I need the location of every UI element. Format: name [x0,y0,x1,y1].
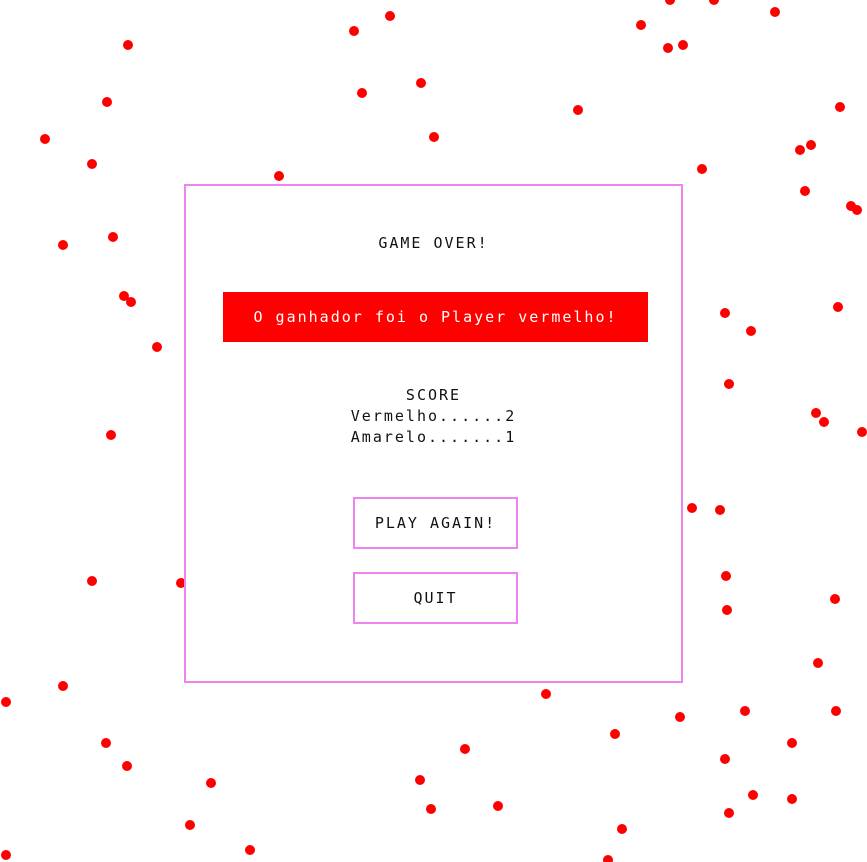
winner-banner: O ganhador foi o Player vermelho! [223,292,648,342]
particle-dot [770,7,780,17]
particle-dot [426,804,436,814]
particle-dot [429,132,439,142]
particle-dot [835,102,845,112]
particle-dot [721,571,731,581]
particle-dot [852,205,862,215]
particle-dot [1,850,11,860]
particle-dot [274,171,284,181]
game-over-title: GAME OVER! [378,234,489,252]
score-panel: SCORE Vermelho......2 Amarelo.......1 [186,385,681,448]
particle-dot [416,78,426,88]
particle-dot [833,302,843,312]
particle-dot [831,706,841,716]
particle-dot [806,140,816,150]
particle-dot [87,159,97,169]
particle-dot [746,326,756,336]
particle-dot [709,0,719,5]
particle-dot [857,427,867,437]
particle-dot [697,164,707,174]
game-canvas: GAME OVER! O ganhador foi o Player verme… [0,0,867,862]
particle-dot [122,761,132,771]
quit-button[interactable]: QUIT [353,572,518,624]
particle-dot [687,503,697,513]
particle-dot [87,576,97,586]
particle-dot [101,738,111,748]
particle-dot [152,342,162,352]
particle-dot [720,754,730,764]
particle-dot [1,697,11,707]
particle-dot [811,408,821,418]
particle-dot [800,186,810,196]
particle-dot [108,232,118,242]
particle-dot [715,505,725,515]
particle-dot [663,43,673,53]
particle-dot [185,820,195,830]
particle-dot [385,11,395,21]
particle-dot [813,658,823,668]
particle-dot [58,681,68,691]
particle-dot [720,308,730,318]
particle-dot [245,845,255,855]
particle-dot [724,379,734,389]
particle-dot [636,20,646,30]
particle-dot [665,0,675,5]
particle-dot [415,775,425,785]
particle-dot [678,40,688,50]
particle-dot [460,744,470,754]
particle-dot [819,417,829,427]
particle-dot [493,801,503,811]
particle-dot [787,794,797,804]
particle-dot [722,605,732,615]
particle-dot [795,145,805,155]
particle-dot [675,712,685,722]
particle-dot [603,855,613,862]
particle-dot [102,97,112,107]
particle-dot [106,430,116,440]
play-again-button[interactable]: PLAY AGAIN! [353,497,518,549]
particle-dot [787,738,797,748]
game-over-dialog: GAME OVER! O ganhador foi o Player verme… [184,184,683,683]
particle-dot [349,26,359,36]
particle-dot [123,40,133,50]
particle-dot [357,88,367,98]
particle-dot [206,778,216,788]
particle-dot [126,297,136,307]
score-line-yellow: Amarelo.......1 [350,428,517,446]
score-heading: SCORE [405,386,462,404]
particle-dot [617,824,627,834]
particle-dot [541,689,551,699]
particle-dot [740,706,750,716]
particle-dot [830,594,840,604]
particle-dot [40,134,50,144]
score-line-red: Vermelho......2 [350,407,517,425]
particle-dot [748,790,758,800]
particle-dot [724,808,734,818]
particle-dot [610,729,620,739]
particle-dot [573,105,583,115]
particle-dot [58,240,68,250]
